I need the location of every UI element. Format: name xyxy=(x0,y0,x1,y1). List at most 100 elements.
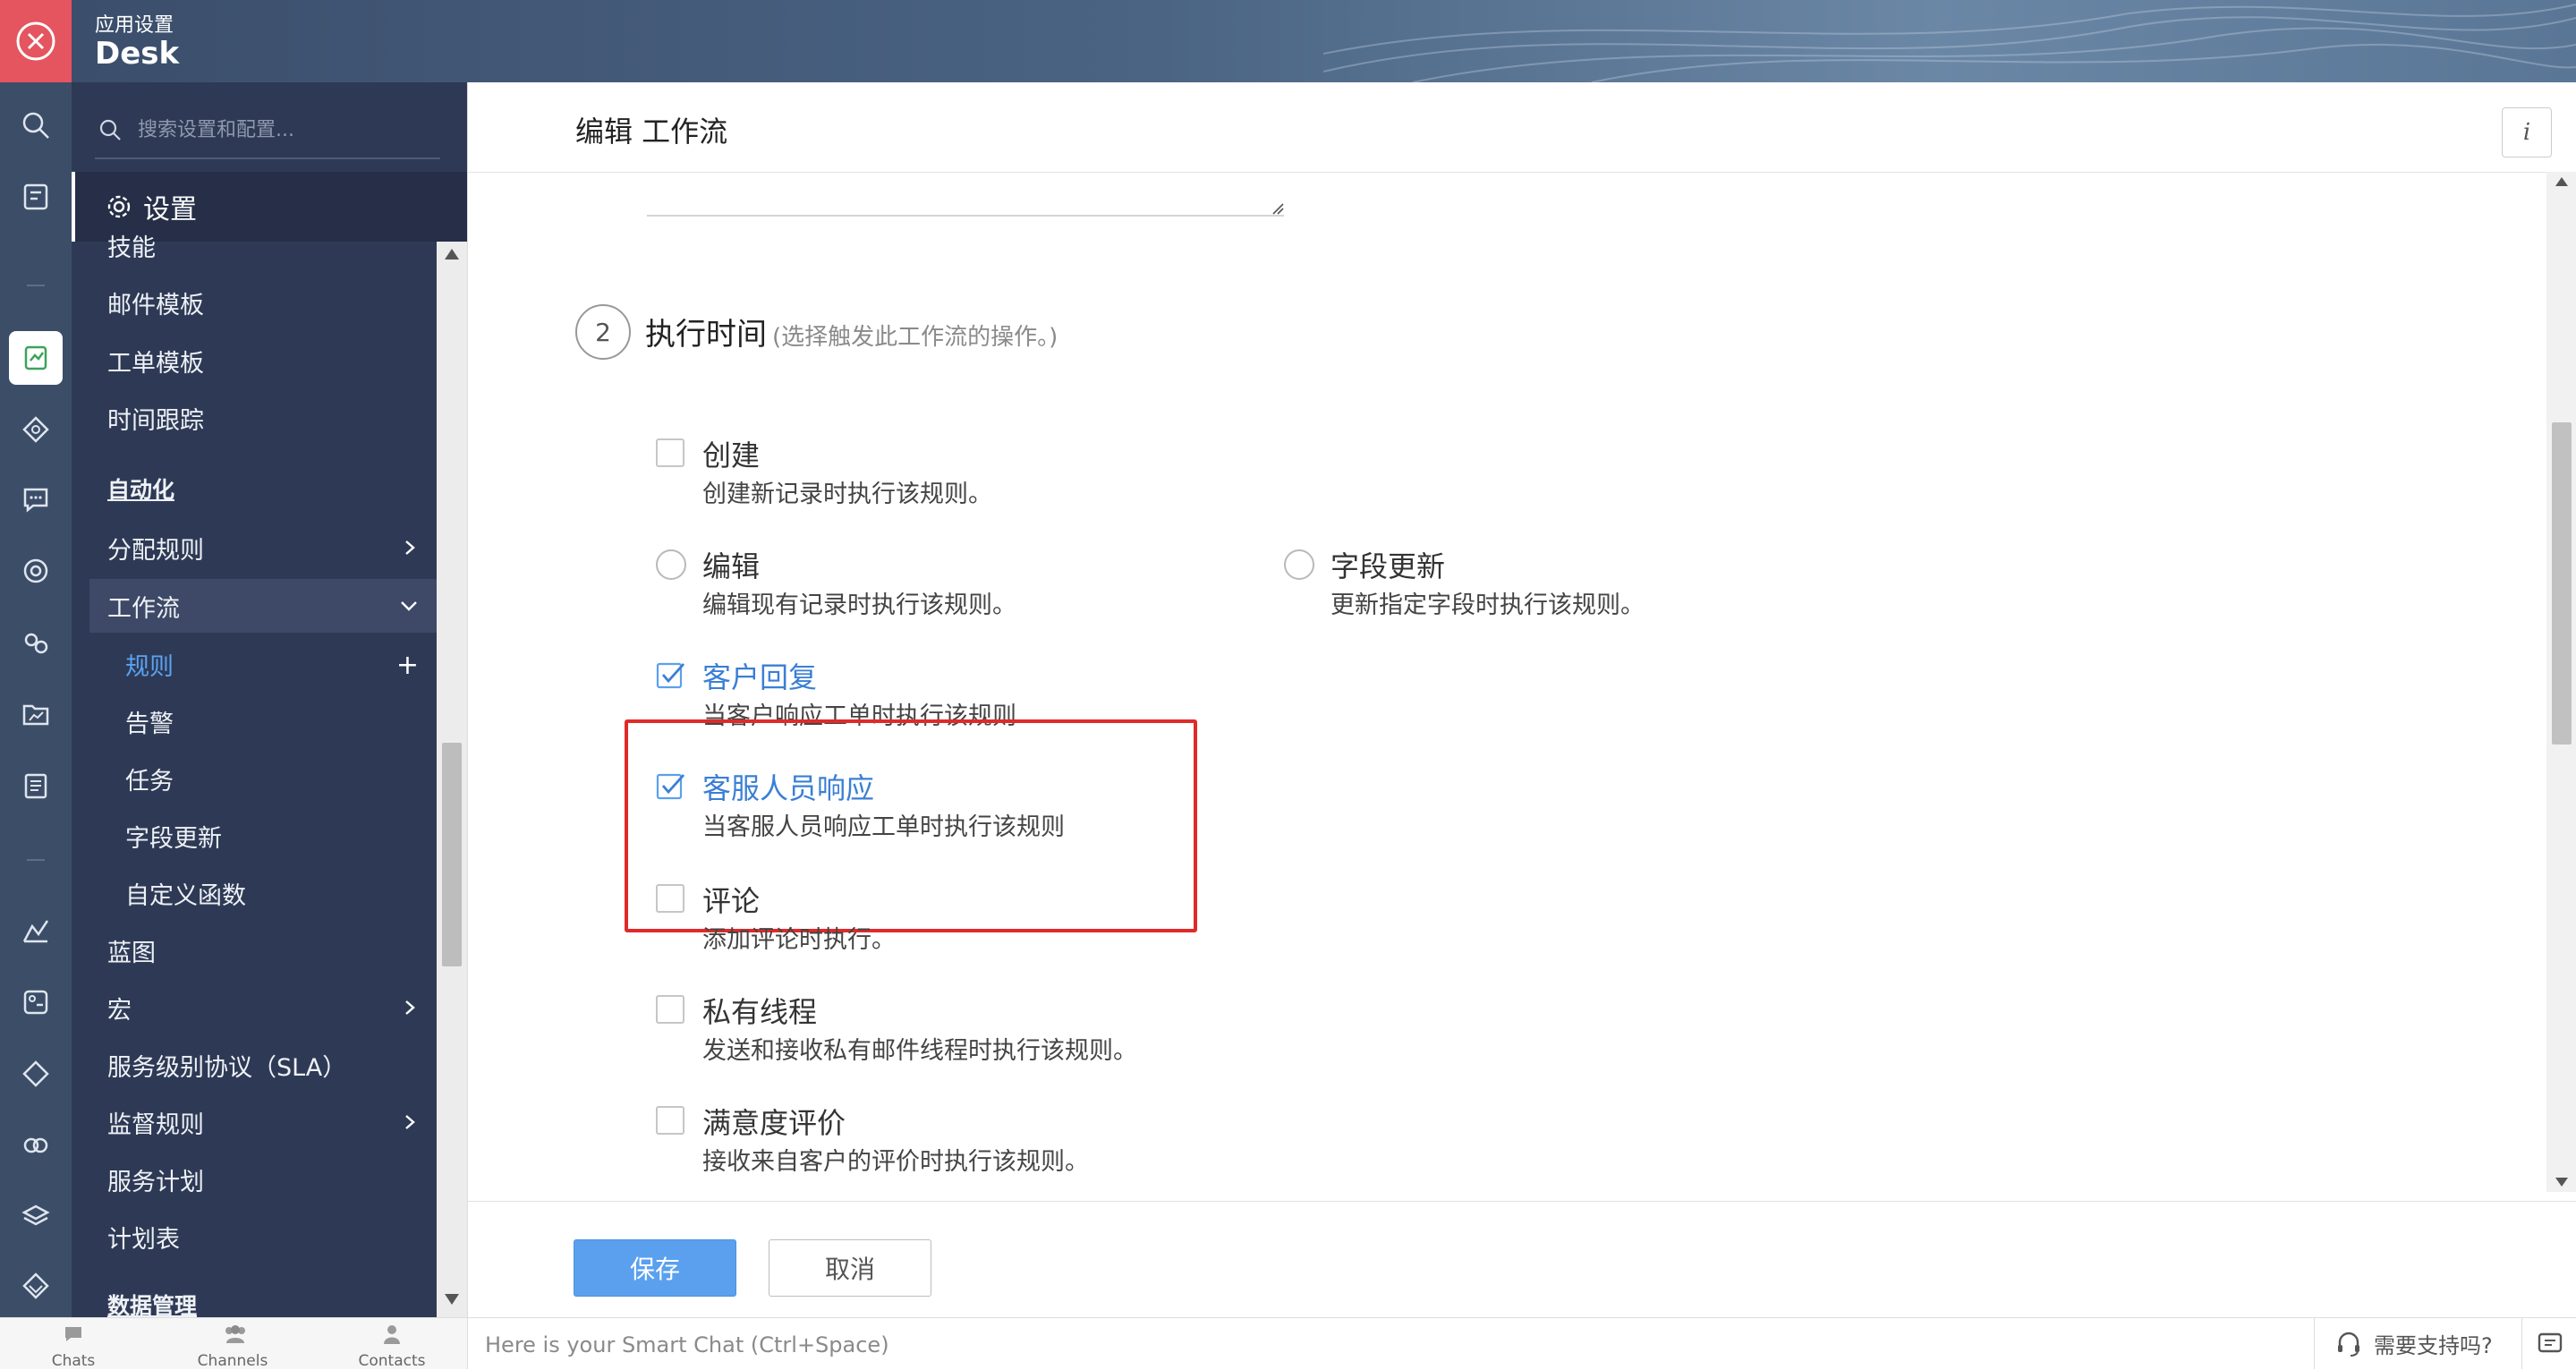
page-title: 编辑 工作流 xyxy=(575,115,728,149)
sidebar-item-custom-functions[interactable]: 自定义函数 xyxy=(72,866,438,920)
message-box-icon xyxy=(2538,1332,2562,1352)
customer-reply-checkbox[interactable] xyxy=(656,660,686,694)
save-button[interactable]: 保存 xyxy=(574,1239,736,1297)
diamond-icon xyxy=(22,416,49,443)
sidebar-item-label: 告警 xyxy=(125,710,174,738)
rail-integrations[interactable] xyxy=(0,1119,72,1172)
rail-layouts[interactable] xyxy=(0,403,72,456)
gears-icon xyxy=(24,633,48,654)
checkbox-checked-icon xyxy=(656,662,685,689)
scroll-up-arrow[interactable] xyxy=(445,249,459,260)
scroll-down-arrow[interactable] xyxy=(445,1294,459,1305)
settings-search xyxy=(95,102,440,159)
sidebar-item-skills[interactable]: 技能 xyxy=(72,218,438,272)
resize-grip-icon[interactable] xyxy=(1270,200,1284,215)
sidebar-item-workflows[interactable]: 工作流 xyxy=(89,579,438,633)
ticket-icon xyxy=(23,183,48,210)
tab-label: Chats xyxy=(51,1352,96,1370)
sidebar-item-label: 工单模板 xyxy=(107,349,204,378)
sidebar-item-assignment-rules[interactable]: 分配规则 xyxy=(72,521,438,574)
rail-marketplace[interactable] xyxy=(0,975,72,1029)
sidebar-item-macros[interactable]: 宏 xyxy=(72,981,438,1034)
add-rule-button[interactable]: + xyxy=(396,650,419,681)
sidebar-scrollbar[interactable] xyxy=(437,242,467,1317)
sidebar-group-data-management: 数据管理 xyxy=(72,1278,438,1317)
close-icon xyxy=(16,21,55,61)
sidebar-item-alerts[interactable]: 告警 xyxy=(72,694,438,748)
create-checkbox[interactable] xyxy=(656,438,684,467)
rail-knowledge[interactable] xyxy=(0,759,72,813)
smart-chat-input[interactable] xyxy=(471,1322,2330,1368)
scroll-down-arrow[interactable] xyxy=(2555,1178,2568,1187)
info-button[interactable]: i xyxy=(2502,107,2552,157)
sidebar-item-email-templates[interactable]: 邮件模板 xyxy=(72,276,438,329)
rail-separator xyxy=(27,285,45,286)
cancel-button[interactable]: 取消 xyxy=(769,1239,931,1297)
setup-icon xyxy=(24,345,47,370)
feedback-button[interactable] xyxy=(2521,1318,2576,1369)
sidebar-item-rules[interactable]: 规则 + xyxy=(72,637,438,691)
sidebar-item-label: 监督规则 xyxy=(107,1110,204,1139)
sidebar-item-sla[interactable]: 服务级别协议（SLA） xyxy=(72,1038,438,1092)
scroll-up-arrow[interactable] xyxy=(2555,177,2568,186)
settings-search-input[interactable] xyxy=(136,109,435,150)
description-textarea[interactable] xyxy=(647,181,1284,217)
sidebar-item-ticket-templates[interactable]: 工单模板 xyxy=(72,334,438,387)
headset-icon xyxy=(2338,1332,2359,1357)
sidebar-item-supervise-rules[interactable]: 监督规则 xyxy=(72,1095,438,1149)
field-update-radio[interactable] xyxy=(1284,549,1314,580)
chevron-down-icon xyxy=(401,601,417,611)
option-desc: 编辑现有记录时执行该规则。 xyxy=(702,591,1016,619)
rail-channels[interactable] xyxy=(0,472,72,526)
option-title: 编辑 xyxy=(702,549,761,583)
sidebar-item-service-plans[interactable]: 服务计划 xyxy=(72,1153,438,1206)
tab-contacts[interactable]: Contacts xyxy=(347,1318,437,1370)
sidebar-item-field-updates[interactable]: 字段更新 xyxy=(72,809,438,863)
app-header: 应用设置 Desk xyxy=(0,0,2576,82)
main-header: 编辑 工作流 i xyxy=(468,82,2576,173)
close-button[interactable] xyxy=(0,0,72,82)
step-hint: (选择触发此工作流的操作。) xyxy=(772,324,1058,351)
link-icon xyxy=(23,1137,48,1153)
option-desc: 接收来自客户的评价时执行该规则。 xyxy=(702,1148,1089,1176)
rail-setup[interactable] xyxy=(0,331,72,385)
rail-extensions[interactable] xyxy=(0,1260,72,1314)
app-title: Desk xyxy=(95,36,180,72)
tab-channels[interactable]: Channels xyxy=(188,1318,277,1370)
option-title: 客户回复 xyxy=(702,660,818,694)
rail-tickets[interactable] xyxy=(0,170,72,224)
scroll-thumb[interactable] xyxy=(2552,422,2572,745)
scroll-thumb[interactable] xyxy=(442,743,462,966)
rail-analytics[interactable] xyxy=(0,904,72,957)
rail-more[interactable] xyxy=(0,1190,72,1244)
diamond-stack-icon xyxy=(22,1272,49,1299)
analytics-icon xyxy=(22,920,49,943)
bottom-bar: Chats Channels Contacts 需要支持吗? xyxy=(0,1317,2576,1370)
rail-separator xyxy=(27,859,45,861)
comment-checkbox[interactable] xyxy=(656,884,684,913)
folder-chart-icon xyxy=(22,704,49,726)
tab-chats[interactable]: Chats xyxy=(29,1318,118,1370)
sidebar-item-label: 自定义函数 xyxy=(125,881,246,910)
private-thread-checkbox[interactable] xyxy=(656,995,684,1024)
rail-email[interactable] xyxy=(0,544,72,598)
sidebar-item-schedules[interactable]: 计划表 xyxy=(72,1210,438,1264)
main-scrollbar[interactable] xyxy=(2546,172,2576,1192)
sidebar-item-time-tracking[interactable]: 时间跟踪 xyxy=(72,391,438,445)
icon-rail xyxy=(0,82,72,1317)
layers-icon xyxy=(21,1204,50,1226)
support-button[interactable]: 需要支持吗? xyxy=(2314,1318,2522,1369)
rail-search[interactable] xyxy=(0,98,72,152)
rail-tags[interactable] xyxy=(0,1047,72,1101)
rail-reports[interactable] xyxy=(0,687,72,741)
sidebar-item-blueprint[interactable]: 蓝图 xyxy=(72,923,438,977)
edit-radio[interactable] xyxy=(656,549,686,580)
sidebar-item-tasks[interactable]: 任务 xyxy=(72,752,438,805)
satisfaction-rating-checkbox[interactable] xyxy=(656,1106,684,1135)
search-icon xyxy=(99,119,121,140)
sidebar-item-label: 规则 xyxy=(125,652,174,681)
bottom-tabs: Chats Channels Contacts xyxy=(0,1318,468,1370)
sidebar-group-label: 数据管理 xyxy=(107,1293,198,1317)
rail-automation[interactable] xyxy=(0,616,72,669)
sidebar-item-label: 服务级别协议（SLA） xyxy=(107,1053,347,1082)
